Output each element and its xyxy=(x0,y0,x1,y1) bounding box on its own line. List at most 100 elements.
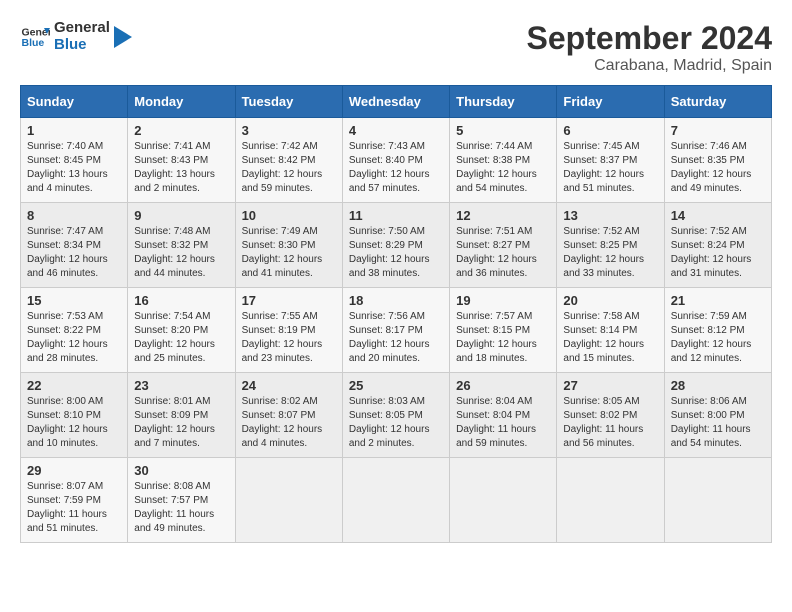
calendar-day-cell: 7 Sunrise: 7:46 AM Sunset: 8:35 PM Dayli… xyxy=(664,118,771,203)
calendar-day-cell xyxy=(450,458,557,543)
calendar-day-cell: 2 Sunrise: 7:41 AM Sunset: 8:43 PM Dayli… xyxy=(128,118,235,203)
day-number: 22 xyxy=(27,378,121,393)
day-info: Sunrise: 7:51 AM Sunset: 8:27 PM Dayligh… xyxy=(456,225,550,281)
calendar-day-cell: 6 Sunrise: 7:45 AM Sunset: 8:37 PM Dayli… xyxy=(557,118,664,203)
day-number: 28 xyxy=(671,378,765,393)
calendar-day-cell: 25 Sunrise: 8:03 AM Sunset: 8:05 PM Dayl… xyxy=(342,373,449,458)
calendar-day-cell: 12 Sunrise: 7:51 AM Sunset: 8:27 PM Dayl… xyxy=(450,203,557,288)
day-info: Sunrise: 7:59 AM Sunset: 8:12 PM Dayligh… xyxy=(671,310,765,366)
day-info: Sunrise: 7:46 AM Sunset: 8:35 PM Dayligh… xyxy=(671,140,765,196)
day-info: Sunrise: 8:03 AM Sunset: 8:05 PM Dayligh… xyxy=(349,395,443,451)
calendar-day-cell: 1 Sunrise: 7:40 AM Sunset: 8:45 PM Dayli… xyxy=(21,118,128,203)
day-info: Sunrise: 7:48 AM Sunset: 8:32 PM Dayligh… xyxy=(134,225,228,281)
calendar-day-cell: 14 Sunrise: 7:52 AM Sunset: 8:24 PM Dayl… xyxy=(664,203,771,288)
calendar-day-cell: 3 Sunrise: 7:42 AM Sunset: 8:42 PM Dayli… xyxy=(235,118,342,203)
calendar-day-cell: 16 Sunrise: 7:54 AM Sunset: 8:20 PM Dayl… xyxy=(128,288,235,373)
day-number: 23 xyxy=(134,378,228,393)
day-info: Sunrise: 7:45 AM Sunset: 8:37 PM Dayligh… xyxy=(563,140,657,196)
day-number: 18 xyxy=(349,293,443,308)
calendar-day-cell: 19 Sunrise: 7:57 AM Sunset: 8:15 PM Dayl… xyxy=(450,288,557,373)
day-number: 15 xyxy=(27,293,121,308)
day-info: Sunrise: 7:56 AM Sunset: 8:17 PM Dayligh… xyxy=(349,310,443,366)
month-title: September 2024 xyxy=(527,20,772,57)
weekday-header-sunday: Sunday xyxy=(21,86,128,118)
day-info: Sunrise: 7:41 AM Sunset: 8:43 PM Dayligh… xyxy=(134,140,228,196)
svg-text:Blue: Blue xyxy=(22,37,45,49)
calendar-day-cell: 30 Sunrise: 8:08 AM Sunset: 7:57 PM Dayl… xyxy=(128,458,235,543)
calendar-day-cell: 4 Sunrise: 7:43 AM Sunset: 8:40 PM Dayli… xyxy=(342,118,449,203)
calendar-table: SundayMondayTuesdayWednesdayThursdayFrid… xyxy=(20,85,772,543)
logo-blue: Blue xyxy=(54,37,110,54)
day-number: 1 xyxy=(27,123,121,138)
day-info: Sunrise: 8:04 AM Sunset: 8:04 PM Dayligh… xyxy=(456,395,550,451)
weekday-header-monday: Monday xyxy=(128,86,235,118)
day-number: 8 xyxy=(27,208,121,223)
calendar-day-cell: 29 Sunrise: 8:07 AM Sunset: 7:59 PM Dayl… xyxy=(21,458,128,543)
day-number: 16 xyxy=(134,293,228,308)
day-number: 20 xyxy=(563,293,657,308)
day-info: Sunrise: 7:44 AM Sunset: 8:38 PM Dayligh… xyxy=(456,140,550,196)
calendar-week-row: 8 Sunrise: 7:47 AM Sunset: 8:34 PM Dayli… xyxy=(21,203,772,288)
header: General Blue General Blue September 2024… xyxy=(20,20,772,75)
day-number: 24 xyxy=(242,378,336,393)
day-number: 9 xyxy=(134,208,228,223)
calendar-day-cell: 24 Sunrise: 8:02 AM Sunset: 8:07 PM Dayl… xyxy=(235,373,342,458)
day-number: 12 xyxy=(456,208,550,223)
calendar-body: 1 Sunrise: 7:40 AM Sunset: 8:45 PM Dayli… xyxy=(21,118,772,543)
weekday-header-friday: Friday xyxy=(557,86,664,118)
calendar-day-cell: 8 Sunrise: 7:47 AM Sunset: 8:34 PM Dayli… xyxy=(21,203,128,288)
day-number: 10 xyxy=(242,208,336,223)
calendar-day-cell xyxy=(342,458,449,543)
day-number: 5 xyxy=(456,123,550,138)
calendar-day-cell xyxy=(235,458,342,543)
day-number: 11 xyxy=(349,208,443,223)
weekday-header-wednesday: Wednesday xyxy=(342,86,449,118)
day-info: Sunrise: 8:06 AM Sunset: 8:00 PM Dayligh… xyxy=(671,395,765,451)
calendar-day-cell: 10 Sunrise: 7:49 AM Sunset: 8:30 PM Dayl… xyxy=(235,203,342,288)
day-number: 19 xyxy=(456,293,550,308)
title-area: September 2024 Carabana, Madrid, Spain xyxy=(527,20,772,75)
calendar-day-cell: 9 Sunrise: 7:48 AM Sunset: 8:32 PM Dayli… xyxy=(128,203,235,288)
calendar-day-cell: 18 Sunrise: 7:56 AM Sunset: 8:17 PM Dayl… xyxy=(342,288,449,373)
day-number: 13 xyxy=(563,208,657,223)
day-number: 17 xyxy=(242,293,336,308)
day-info: Sunrise: 7:58 AM Sunset: 8:14 PM Dayligh… xyxy=(563,310,657,366)
calendar-day-cell: 22 Sunrise: 8:00 AM Sunset: 8:10 PM Dayl… xyxy=(21,373,128,458)
calendar-day-cell: 21 Sunrise: 7:59 AM Sunset: 8:12 PM Dayl… xyxy=(664,288,771,373)
day-info: Sunrise: 7:52 AM Sunset: 8:24 PM Dayligh… xyxy=(671,225,765,281)
calendar-week-row: 15 Sunrise: 7:53 AM Sunset: 8:22 PM Dayl… xyxy=(21,288,772,373)
calendar-header: SundayMondayTuesdayWednesdayThursdayFrid… xyxy=(21,86,772,118)
day-info: Sunrise: 7:49 AM Sunset: 8:30 PM Dayligh… xyxy=(242,225,336,281)
calendar-day-cell xyxy=(557,458,664,543)
logo-general: General xyxy=(54,20,110,37)
calendar-day-cell: 15 Sunrise: 7:53 AM Sunset: 8:22 PM Dayl… xyxy=(21,288,128,373)
day-info: Sunrise: 8:07 AM Sunset: 7:59 PM Dayligh… xyxy=(27,480,121,536)
logo-arrow-icon xyxy=(114,26,132,48)
calendar-day-cell xyxy=(664,458,771,543)
day-info: Sunrise: 8:01 AM Sunset: 8:09 PM Dayligh… xyxy=(134,395,228,451)
day-number: 7 xyxy=(671,123,765,138)
calendar-day-cell: 27 Sunrise: 8:05 AM Sunset: 8:02 PM Dayl… xyxy=(557,373,664,458)
logo: General Blue General Blue xyxy=(20,20,132,53)
day-number: 25 xyxy=(349,378,443,393)
day-info: Sunrise: 7:57 AM Sunset: 8:15 PM Dayligh… xyxy=(456,310,550,366)
calendar-week-row: 29 Sunrise: 8:07 AM Sunset: 7:59 PM Dayl… xyxy=(21,458,772,543)
day-number: 3 xyxy=(242,123,336,138)
logo-icon: General Blue xyxy=(20,22,50,52)
weekday-header-tuesday: Tuesday xyxy=(235,86,342,118)
day-number: 6 xyxy=(563,123,657,138)
day-number: 29 xyxy=(27,463,121,478)
calendar-day-cell: 26 Sunrise: 8:04 AM Sunset: 8:04 PM Dayl… xyxy=(450,373,557,458)
day-info: Sunrise: 8:00 AM Sunset: 8:10 PM Dayligh… xyxy=(27,395,121,451)
day-number: 21 xyxy=(671,293,765,308)
calendar-day-cell: 5 Sunrise: 7:44 AM Sunset: 8:38 PM Dayli… xyxy=(450,118,557,203)
day-info: Sunrise: 7:53 AM Sunset: 8:22 PM Dayligh… xyxy=(27,310,121,366)
day-number: 26 xyxy=(456,378,550,393)
day-number: 4 xyxy=(349,123,443,138)
day-info: Sunrise: 7:40 AM Sunset: 8:45 PM Dayligh… xyxy=(27,140,121,196)
calendar-week-row: 1 Sunrise: 7:40 AM Sunset: 8:45 PM Dayli… xyxy=(21,118,772,203)
calendar-day-cell: 23 Sunrise: 8:01 AM Sunset: 8:09 PM Dayl… xyxy=(128,373,235,458)
day-info: Sunrise: 7:52 AM Sunset: 8:25 PM Dayligh… xyxy=(563,225,657,281)
calendar-day-cell: 17 Sunrise: 7:55 AM Sunset: 8:19 PM Dayl… xyxy=(235,288,342,373)
day-number: 30 xyxy=(134,463,228,478)
